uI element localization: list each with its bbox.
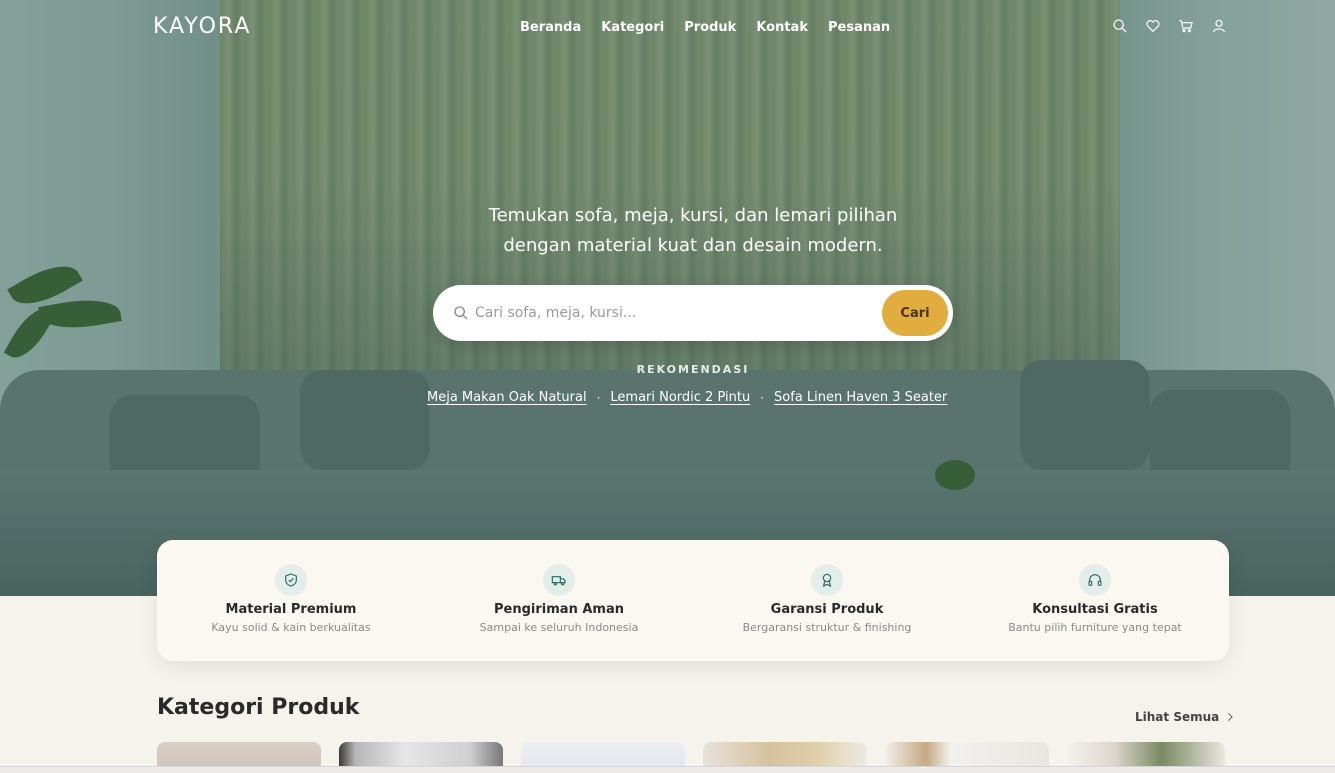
nav-links: Beranda Kategori Produk Kontak Pesanan <box>520 20 890 35</box>
recommendation-link[interactable]: Meja Makan Oak Natural <box>427 390 587 405</box>
chevron-right-icon <box>1228 712 1233 722</box>
section-title-categories: Kategori Produk <box>157 695 360 720</box>
user-icon[interactable] <box>1211 18 1227 34</box>
feature-title: Konsultasi Gratis <box>1032 602 1158 617</box>
recommendation-link[interactable]: Sofa Linen Haven 3 Seater <box>774 390 947 405</box>
hero-tagline: Temukan sofa, meja, kursi, dan lemari pi… <box>488 205 898 256</box>
recommendation-link[interactable]: Lemari Nordic 2 Pintu <box>610 390 750 405</box>
feature-subtitle: Kayu solid & kain berkualitas <box>211 621 371 634</box>
top-navbar: KAYORA Beranda Kategori Produk Kontak Pe… <box>0 0 1335 56</box>
shield-check-icon <box>275 564 307 596</box>
search-input[interactable] <box>475 303 875 323</box>
browser-bottom-bar <box>0 766 1335 773</box>
feature-subtitle: Sampai ke seluruh Indonesia <box>479 621 639 634</box>
feature-item: Konsultasi Gratis Bantu pilih furniture … <box>961 540 1229 661</box>
feature-title: Material Premium <box>225 602 357 617</box>
feature-subtitle: Bergaransi struktur & finishing <box>742 621 912 634</box>
separator-dot: · <box>760 390 765 405</box>
feature-title: Garansi Produk <box>770 602 884 617</box>
separator-dot: · <box>596 390 601 405</box>
hero-search-bar: Cari <box>433 285 953 341</box>
feature-item: Garansi Produk Bergaransi struktur & fin… <box>693 540 961 661</box>
truck-icon <box>543 564 575 596</box>
search-icon <box>453 305 469 321</box>
recommendation-label: REKOMENDASI <box>636 363 750 376</box>
heart-icon[interactable] <box>1145 18 1161 34</box>
feature-item: Material Premium Kayu solid & kain berku… <box>157 540 425 661</box>
nav-link-produk[interactable]: Produk <box>684 20 736 35</box>
nav-link-beranda[interactable]: Beranda <box>520 20 581 35</box>
feature-item: Pengiriman Aman Sampai ke seluruh Indone… <box>425 540 693 661</box>
recommendation-links: Meja Makan Oak Natural · Lemari Nordic 2… <box>427 390 947 405</box>
see-all-link[interactable]: Lihat Semua <box>1135 710 1235 724</box>
feature-subtitle: Bantu pilih furniture yang tepat <box>1008 621 1182 634</box>
brand-logo[interactable]: KAYORA <box>153 14 251 39</box>
nav-link-kategori[interactable]: Kategori <box>601 20 664 35</box>
cart-icon[interactable] <box>1178 18 1194 34</box>
search-icon[interactable] <box>1112 18 1128 34</box>
features-card: Material Premium Kayu solid & kain berku… <box>157 540 1229 661</box>
award-icon <box>811 564 843 596</box>
feature-title: Pengiriman Aman <box>494 602 624 617</box>
nav-link-kontak[interactable]: Kontak <box>756 20 808 35</box>
nav-link-pesanan[interactable]: Pesanan <box>828 20 890 35</box>
search-button[interactable]: Cari <box>882 290 948 336</box>
headphones-icon <box>1079 564 1111 596</box>
nav-icons <box>1112 18 1227 34</box>
